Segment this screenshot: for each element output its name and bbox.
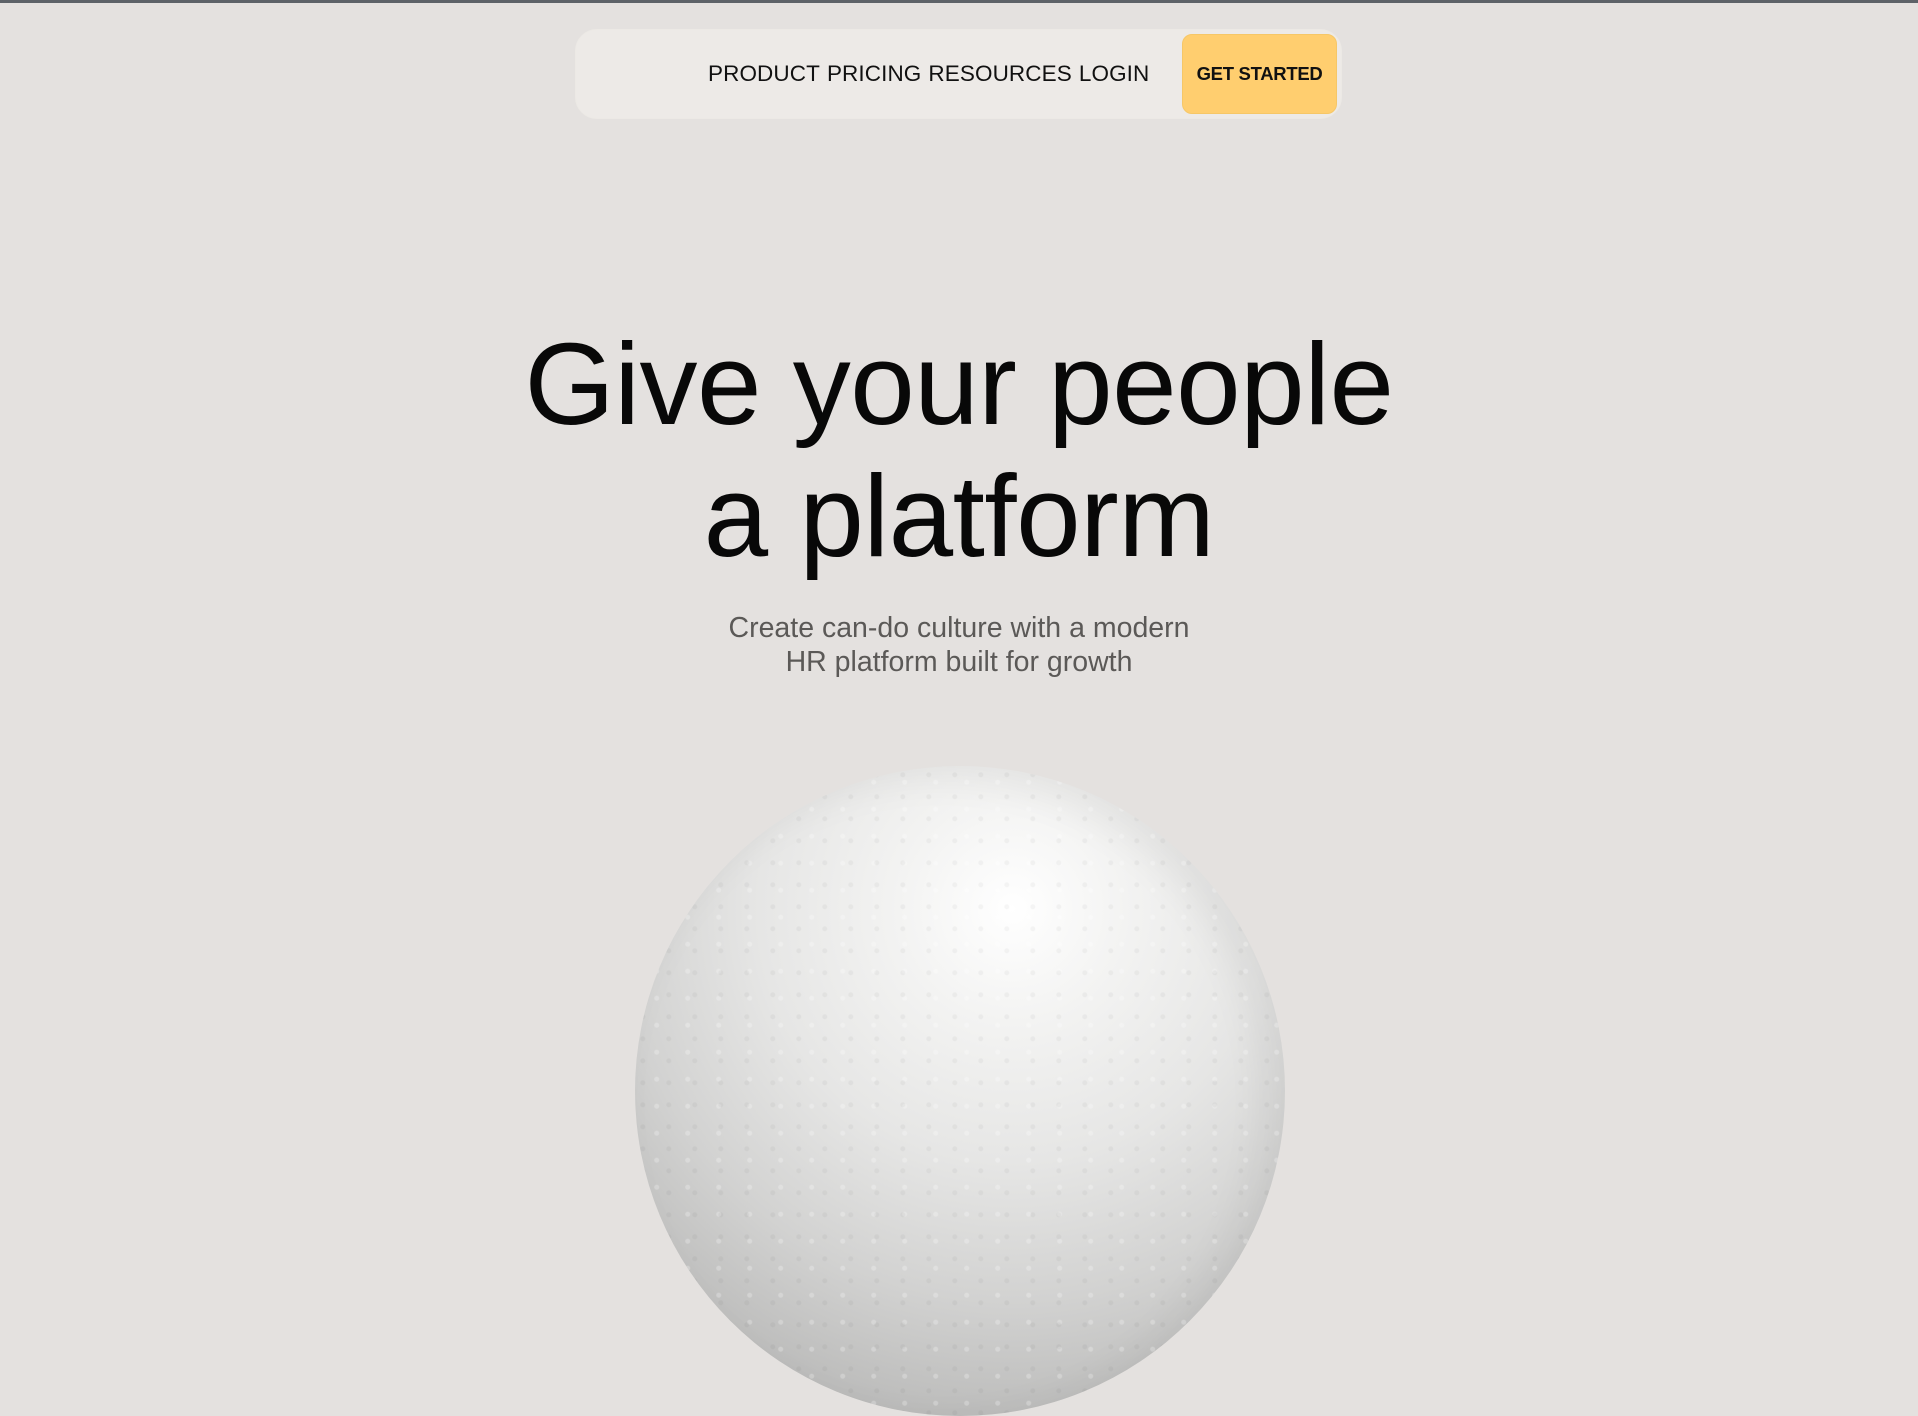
get-started-button[interactable]: GET STARTED (1182, 34, 1337, 114)
hero-subtitle-line-1: Create can-do culture with a modern (728, 612, 1190, 644)
nav-links: PRODUCT PRICING RESOURCES LOGIN (708, 30, 1149, 118)
nav-link-resources[interactable]: RESOURCES (928, 61, 1071, 87)
hero-title: Give your people a platform (0, 318, 1918, 582)
nav-link-login[interactable]: LOGIN (1079, 61, 1150, 87)
top-navigation-bar: PRODUCT PRICING RESOURCES LOGIN GET STAR… (575, 29, 1342, 119)
nav-link-product[interactable]: PRODUCT (708, 61, 820, 87)
hero-title-line-1: Give your people (524, 319, 1394, 449)
nav-link-pricing[interactable]: PRICING (827, 61, 921, 87)
hero-subtitle: Create can-do culture with a modern HR p… (0, 611, 1918, 679)
hero-globe-image (635, 766, 1285, 1416)
hero-subtitle-line-2: HR platform built for growth (785, 646, 1133, 678)
hero-title-line-2: a platform (703, 451, 1215, 581)
browser-top-border (0, 0, 1918, 3)
